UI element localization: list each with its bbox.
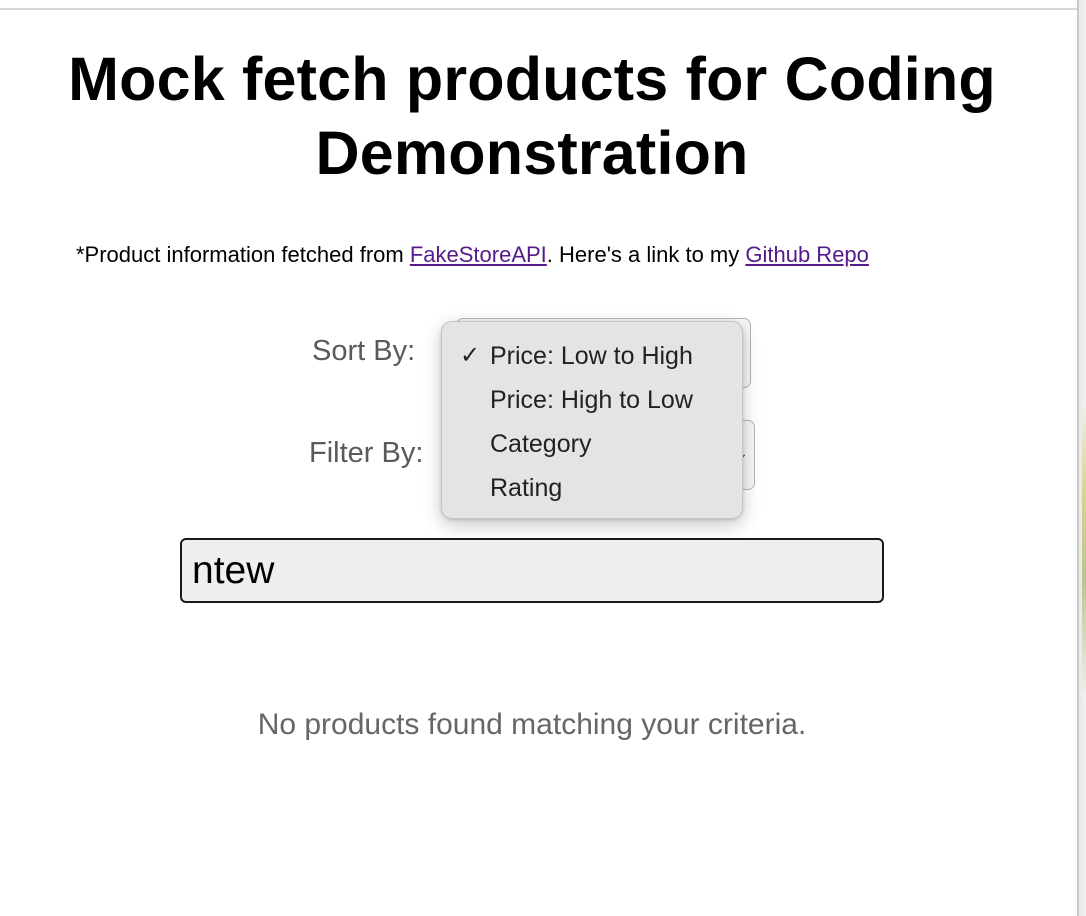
app-page: Mock fetch products for Coding Demonstra… (0, 0, 1086, 916)
credit-line: *Product information fetched from FakeSt… (76, 241, 869, 269)
option-label: Price: Low to High (490, 342, 693, 370)
option-label: Rating (490, 474, 563, 502)
page-title: Mock fetch products for Coding Demonstra… (68, 45, 996, 187)
sort-option-category[interactable]: Category (442, 422, 742, 466)
no-results-message: No products found matching your criteria… (257, 708, 807, 741)
credit-prefix: *Product information fetched from (76, 242, 410, 267)
checkmark-icon: ✓ (460, 342, 481, 369)
fakestoreapi-link[interactable]: FakeStoreAPI (410, 242, 547, 267)
window-right-edge-accent (1082, 400, 1086, 700)
window-top-border (0, 8, 1077, 10)
sort-by-label: Sort By: (312, 335, 416, 367)
filter-by-label: Filter By: (309, 437, 424, 469)
sort-dropdown-menu: ✓ Price: Low to High Price: High to Low … (441, 321, 743, 519)
sort-option-price-high-low[interactable]: Price: High to Low (442, 378, 742, 422)
option-label: Category (490, 430, 592, 458)
sort-option-rating[interactable]: Rating (442, 466, 742, 510)
credit-middle: . Here's a link to my (546, 242, 746, 267)
sort-option-price-low-high[interactable]: ✓ Price: Low to High (442, 334, 742, 378)
search-input[interactable] (180, 538, 884, 603)
github-repo-link[interactable]: Github Repo (745, 242, 869, 267)
option-label: Price: High to Low (490, 386, 693, 414)
